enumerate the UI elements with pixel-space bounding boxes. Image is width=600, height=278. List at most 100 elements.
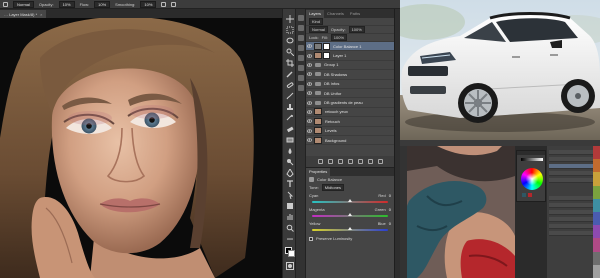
slider-knob[interactable] (348, 199, 352, 202)
visibility-eye-icon[interactable] (306, 79, 312, 88)
blur-tool-icon[interactable] (286, 147, 294, 155)
color-swatch[interactable] (593, 198, 600, 213)
secondary-layer-row[interactable] (549, 196, 598, 201)
secondary-layer-row[interactable] (549, 157, 598, 162)
gear-icon[interactable] (161, 1, 167, 7)
marquee-tool-icon[interactable] (286, 26, 294, 34)
slider-value[interactable]: 0 (389, 193, 391, 198)
visibility-eye-icon[interactable] (306, 51, 312, 60)
slider-value[interactable]: 0 (389, 221, 391, 226)
secondary-layer-row[interactable] (549, 210, 598, 215)
close-tab-icon[interactable]: × (40, 12, 42, 17)
secondary-layer-row[interactable] (549, 217, 598, 222)
secondary-layer-row-selected[interactable] (549, 164, 598, 169)
tab-channels[interactable]: Channels (324, 10, 347, 18)
clone-stamp-icon[interactable] (286, 103, 294, 111)
slider-knob[interactable] (348, 227, 352, 230)
color-swatch[interactable] (593, 238, 600, 252)
blend-mode-select[interactable]: Normal (13, 0, 34, 8)
color-swatch[interactable] (593, 212, 600, 226)
trash-icon[interactable] (377, 159, 383, 164)
tone-select[interactable]: Midtones (321, 184, 345, 191)
tab-properties[interactable]: Properties (306, 168, 331, 176)
link-layers-icon[interactable] (317, 159, 323, 164)
visibility-eye-icon[interactable] (306, 42, 312, 51)
info-panel-icon[interactable] (298, 75, 304, 81)
color-swatch[interactable] (593, 225, 600, 239)
visibility-eye-icon[interactable] (306, 98, 312, 107)
tab-paths[interactable]: Paths (347, 10, 363, 18)
airbrush-icon[interactable] (171, 1, 177, 7)
pen-tool-icon[interactable] (286, 169, 294, 177)
history-panel-icon[interactable] (298, 15, 304, 21)
layer-row[interactable]: DB Infos (306, 80, 394, 89)
slider-knob[interactable] (348, 213, 352, 216)
layer-row[interactable]: Levels (306, 127, 394, 136)
smoothing-field[interactable]: 10% (140, 0, 157, 8)
color-swatch[interactable] (593, 185, 600, 199)
hand-tool-icon[interactable] (286, 213, 294, 221)
fx-icon[interactable] (327, 159, 333, 164)
secondary-layer-row[interactable] (549, 231, 598, 236)
move-tool-icon[interactable] (286, 15, 294, 23)
layer-row[interactable]: Group 1 (306, 61, 394, 71)
dodge-tool-icon[interactable] (286, 158, 294, 166)
color-balance-slider[interactable] (312, 199, 388, 203)
quick-mask-icon[interactable] (286, 262, 294, 270)
more-tools-icon[interactable] (286, 235, 294, 243)
color-swatch[interactable] (593, 172, 600, 186)
color-balance-slider[interactable] (312, 227, 388, 231)
layer-kind-filter[interactable]: Kind (309, 18, 324, 25)
visibility-eye-icon[interactable] (306, 136, 312, 145)
path-select-icon[interactable] (286, 191, 294, 199)
new-layer-icon[interactable] (367, 159, 373, 164)
layer-opacity-field[interactable]: 100% (348, 26, 365, 33)
layer-fill-field[interactable]: 100% (330, 34, 348, 41)
color-swatch[interactable] (593, 146, 600, 160)
actions-panel-icon[interactable] (298, 25, 304, 31)
slider-value[interactable]: 0 (389, 207, 391, 212)
gradient-tool-icon[interactable] (286, 136, 294, 144)
visibility-eye-icon[interactable] (306, 126, 312, 135)
preserve-luminosity-checkbox[interactable] (309, 236, 313, 241)
color-picker-popup[interactable] (516, 150, 546, 202)
healing-brush-icon[interactable] (286, 81, 294, 89)
history-brush-icon[interactable] (286, 114, 294, 122)
eraser-icon[interactable] (286, 125, 294, 133)
visibility-eye-icon[interactable] (306, 89, 312, 98)
color-wheel[interactable] (521, 168, 543, 190)
document-tab[interactable]: … Layer Mask/8) * × (0, 10, 47, 18)
layer-row[interactable]: Background (306, 136, 394, 146)
layer-row[interactable]: DB Shadows (306, 70, 394, 80)
brush-tool-icon[interactable] (286, 92, 294, 100)
color-swatch[interactable] (593, 264, 600, 278)
background-color-swatch[interactable] (288, 250, 295, 257)
layer-row[interactable]: DB Unifor (306, 89, 394, 99)
color-swatch[interactable] (593, 159, 600, 173)
brightness-strip[interactable] (521, 158, 543, 161)
layer-row[interactable]: Color Balance 1 (306, 42, 394, 52)
flow-field[interactable]: 10% (94, 0, 111, 8)
clone-source-panel-icon[interactable] (298, 65, 304, 71)
layer-row[interactable]: retouch yeux (306, 107, 394, 118)
color-balance-slider[interactable] (312, 213, 388, 217)
add-mask-icon[interactable] (337, 159, 343, 164)
layer-row[interactable]: Layer 1 (306, 51, 394, 61)
layer-row[interactable]: Retouch (306, 117, 394, 127)
adjustments-panel-icon[interactable] (298, 45, 304, 51)
shape-tool-icon[interactable] (286, 202, 294, 210)
color-swatch[interactable] (593, 251, 600, 265)
visibility-eye-icon[interactable] (306, 117, 312, 126)
character-panel-icon[interactable] (298, 85, 304, 91)
layer-blend-mode[interactable]: Normal (309, 26, 328, 33)
type-tool-icon[interactable] (286, 180, 294, 188)
crop-tool-icon[interactable] (286, 59, 294, 67)
secondary-layer-row[interactable] (549, 171, 598, 176)
new-group-icon[interactable] (357, 159, 363, 164)
visibility-eye-icon[interactable] (306, 107, 312, 116)
document-canvas[interactable] (0, 18, 282, 278)
secondary-layer-row[interactable] (549, 224, 598, 229)
tab-layers[interactable]: Layers (306, 10, 325, 18)
eyedropper-icon[interactable] (286, 70, 294, 78)
quick-select-icon[interactable] (286, 48, 294, 56)
